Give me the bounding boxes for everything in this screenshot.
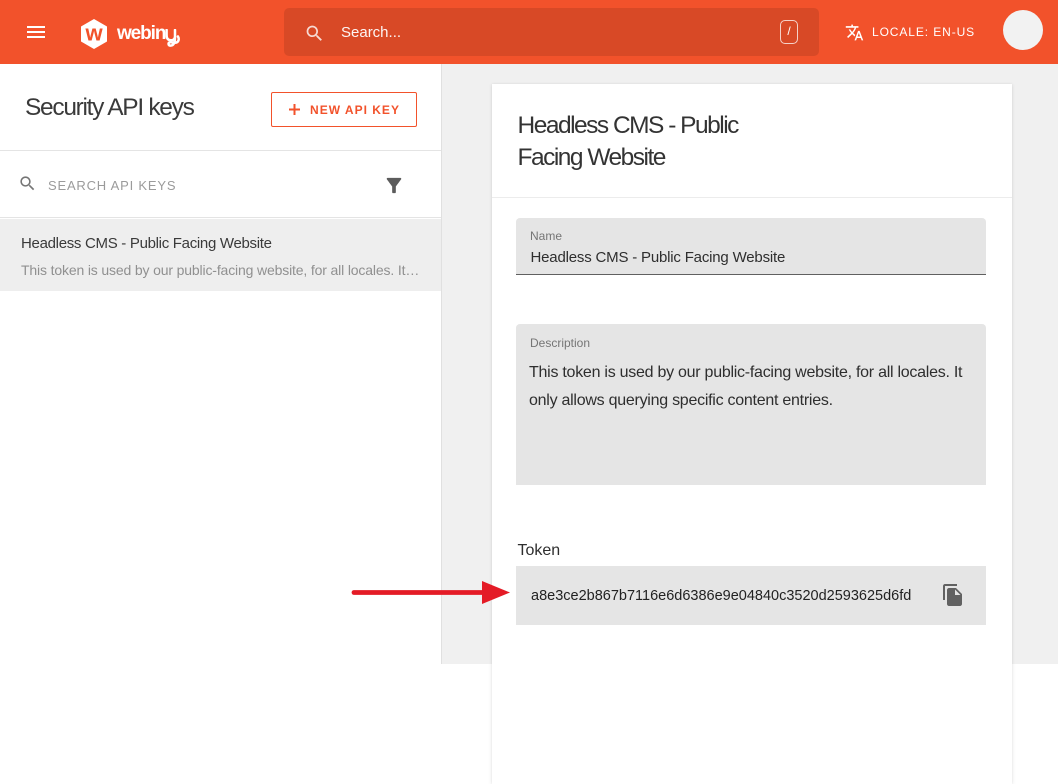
svg-text:w: w bbox=[84, 20, 103, 45]
